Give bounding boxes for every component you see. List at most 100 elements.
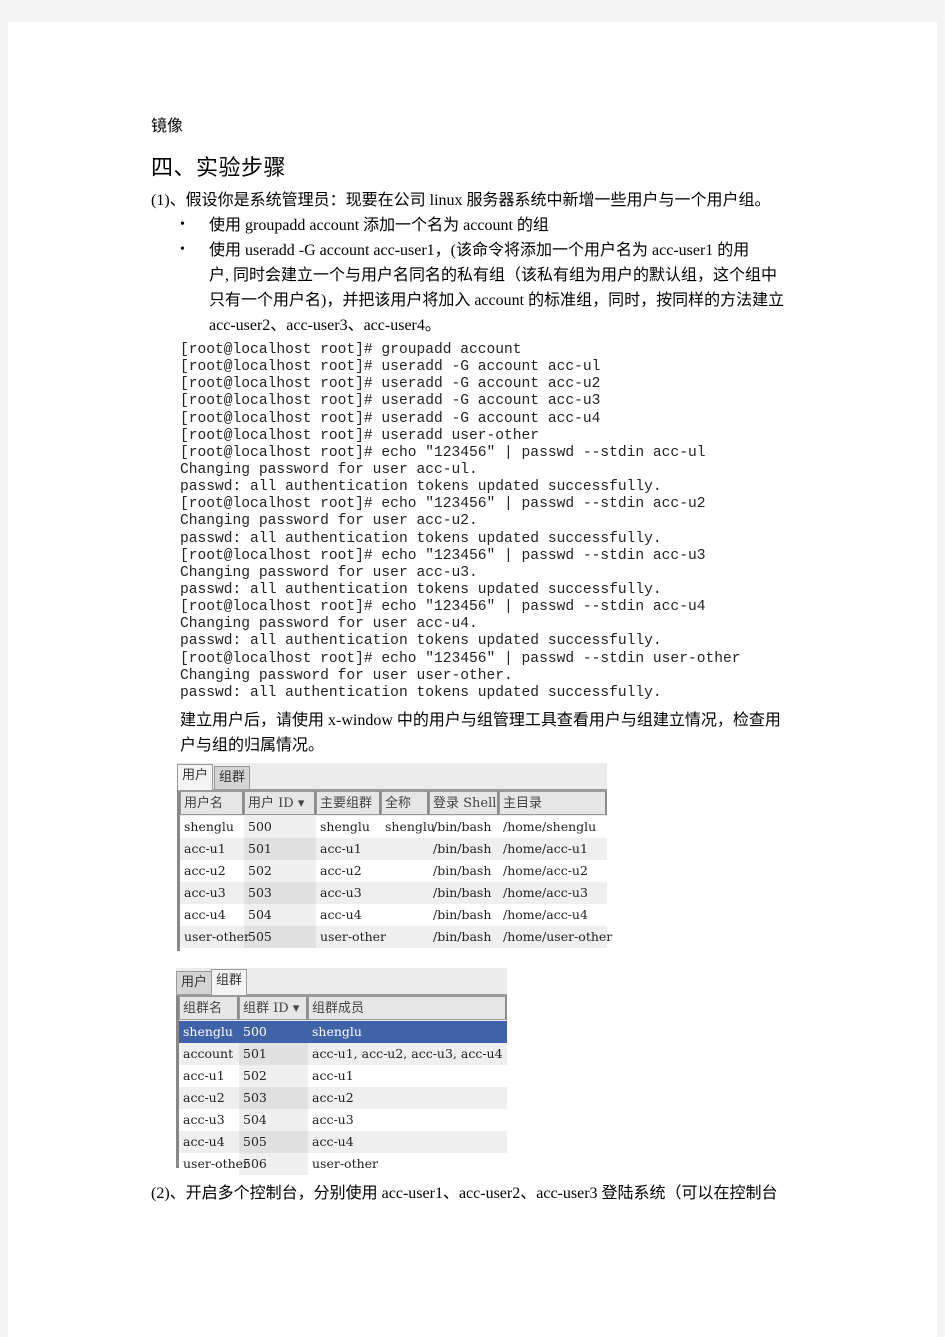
table-cell: shenglu: [320, 819, 370, 834]
table-cell: shenglu: [183, 1024, 233, 1039]
users-table-body: shenglu 500 shenglu shenglu/bin/bash/home/s…: [177, 816, 613, 951]
table-cell: 501: [239, 1043, 308, 1065]
bullet-2-line: 只有一个用户名)，并把该用户将加入 account 的标准组，同时，按同样的方法…: [209, 292, 785, 309]
terminal-line: [root@localhost root]# echo "123456" | p…: [180, 444, 706, 461]
column-header[interactable]: 登录 Shell: [429, 791, 499, 815]
table-row[interactable]: shenglu 500 shenglu: [179, 1021, 507, 1043]
terminal-line: [root@localhost root]# useradd -G accoun…: [180, 410, 601, 427]
table-cell: 502: [239, 1065, 308, 1087]
table-cell: acc-u2: [184, 863, 226, 878]
table-row[interactable]: acc-u4 505 acc-u4: [179, 1131, 507, 1153]
users-groups-window-users: 用户 组群 用户名 用户 ID ▾ 主要组群 全称 登录 Shell 主目录 shengl…: [177, 763, 613, 951]
table-row[interactable]: acc-u2 502 acc-u2/bin/bash/home/acc-u2: [180, 860, 607, 882]
column-header[interactable]: 组群成员: [308, 996, 507, 1020]
table-cell: /home/acc-u4: [503, 907, 588, 922]
table-cell: acc-u1: [184, 841, 226, 856]
table-row[interactable]: acc-u1 502 acc-u1: [179, 1065, 507, 1087]
table-cell: [381, 926, 429, 948]
table-row[interactable]: acc-u4 504 acc-u4/bin/bash/home/acc-u4: [180, 904, 607, 926]
table-cell: acc-u2: [183, 1090, 225, 1105]
bullet-1-text: 使用 groupadd account 添加一个名为 account 的组: [209, 217, 549, 234]
terminal-output: [root@localhost root]# groupadd account[…: [180, 342, 741, 702]
table-cell: /bin/bash: [433, 929, 492, 944]
column-header[interactable]: 主目录: [499, 791, 607, 815]
table-cell: acc-u1: [320, 841, 362, 856]
table-cell: 505: [239, 1131, 308, 1153]
table-row[interactable]: acc-u3 503 acc-u3/bin/bash/home/acc-u3: [180, 882, 607, 904]
table-cell: 505: [244, 926, 316, 948]
table-cell: acc-u3: [312, 1112, 354, 1127]
users-groups-window-groups: 用户 组群 组群名 组群 ID ▾ 组群成员 shenglu 500 shenglu ac…: [176, 968, 507, 1175]
tab-bar: 用户 组群: [176, 968, 507, 996]
terminal-line: Changing password for user acc-ul.: [180, 461, 478, 478]
table-cell: acc-u2: [320, 863, 362, 878]
bullet-2-line: 户, 同时会建立一个与用户名同名的私有组（该私有组为用户的默认组，这个组中: [209, 267, 778, 284]
table-cell: 504: [244, 904, 316, 926]
table-cell: acc-u4: [320, 907, 362, 922]
table-cell: 501: [244, 838, 316, 860]
table-row[interactable]: acc-u3 504 acc-u3: [179, 1109, 507, 1131]
terminal-line: [root@localhost root]# echo "123456" | p…: [180, 496, 706, 513]
table-cell: 504: [239, 1109, 308, 1131]
table-cell: user-other: [183, 1156, 250, 1171]
table-cell: [381, 882, 429, 904]
bullet-2-line: 使用 useradd -G account acc-user1，(该命令将添加一…: [209, 242, 750, 259]
column-header[interactable]: 用户名: [180, 791, 244, 815]
column-header[interactable]: 全称: [381, 791, 429, 815]
table-cell: acc-u3: [183, 1112, 225, 1127]
tab-groups[interactable]: 组群: [214, 766, 251, 789]
bullet-dot-icon: •: [180, 217, 185, 232]
table-cell: /home/acc-u1: [503, 841, 588, 856]
tab-users[interactable]: 用户: [177, 764, 214, 790]
table-cell: /bin/bash: [433, 819, 492, 834]
table-cell: 503: [239, 1087, 308, 1109]
table-row[interactable]: user-other 506 user-other: [179, 1153, 507, 1175]
table-cell: user-other: [312, 1156, 379, 1171]
table-cell: [381, 838, 429, 860]
step-2-text: (2)、开启多个控制台，分别使用 acc-user1、acc-user2、acc…: [151, 1185, 778, 1202]
table-cell: acc-u3: [320, 885, 362, 900]
table-row[interactable]: acc-u1 501 acc-u1/bin/bash/home/acc-u1: [180, 838, 607, 860]
bullet-dot-icon: •: [180, 242, 185, 257]
table-cell: shenglu: [184, 819, 234, 834]
tab-users[interactable]: 用户: [176, 971, 213, 994]
column-header[interactable]: 组群名: [179, 996, 239, 1020]
table-cell: account: [183, 1046, 234, 1061]
table-cell: acc-u3: [184, 885, 226, 900]
column-header[interactable]: 组群 ID ▾: [239, 996, 308, 1020]
table-cell: 500: [243, 1024, 267, 1039]
table-row[interactable]: acc-u2 503 acc-u2: [179, 1087, 507, 1109]
table-row[interactable]: account 501 acc-u1, acc-u2, acc-u3, acc-u4: [179, 1043, 507, 1065]
table-row[interactable]: shenglu 500 shenglu shenglu/bin/bash/home/s…: [180, 816, 607, 838]
bullet-2-line: acc-user2、acc-user3、acc-user4。: [209, 317, 441, 334]
table-cell: /bin/bash: [433, 907, 492, 922]
after-text-line: 建立用户后，请使用 x-window 中的用户与组管理工具查看用户与组建立情况，…: [180, 712, 781, 729]
tab-bar: 用户 组群: [177, 763, 607, 791]
table-cell: /bin/bash: [433, 885, 492, 900]
terminal-line: Changing password for user acc-u4.: [180, 616, 478, 633]
table-cell: acc-u4: [183, 1134, 225, 1149]
terminal-line: passwd: all authentication tokens update…: [180, 479, 662, 496]
terminal-line: passwd: all authentication tokens update…: [180, 633, 662, 650]
users-table-header: 用户名 用户 ID ▾ 主要组群 全称 登录 Shell 主目录: [177, 791, 607, 817]
table-cell: shenglu: [385, 819, 435, 834]
table-cell: /bin/bash: [433, 863, 492, 878]
table-row[interactable]: user-other 505 user-other/bin/bash/home/us…: [180, 926, 613, 948]
section-heading: 四、实验步骤: [151, 156, 287, 181]
step-1-text: (1)、假设你是系统管理员：现要在公司 linux 服务器系统中新增一些用户与一…: [151, 192, 771, 209]
terminal-line: Changing password for user user-other.: [180, 667, 513, 684]
column-header[interactable]: 用户 ID ▾: [244, 791, 316, 815]
column-header[interactable]: 主要组群: [316, 791, 381, 815]
bullet-list: • 使用 groupadd account 添加一个名为 account 的组 …: [180, 213, 820, 338]
after-text-line: 户与组的归属情况。: [180, 737, 325, 754]
terminal-line: [root@localhost root]# echo "123456" | p…: [180, 547, 706, 564]
table-cell: user-other: [184, 929, 251, 944]
table-cell: /home/user-other: [503, 929, 613, 944]
terminal-line: [root@localhost root]# useradd -G accoun…: [180, 376, 601, 393]
terminal-line: [root@localhost root]# useradd user-othe…: [180, 427, 540, 444]
terminal-line: [root@localhost root]# useradd -G accoun…: [180, 359, 601, 376]
bullet-item: • 使用 useradd -G account acc-user1，(该命令将添…: [180, 238, 820, 338]
table-cell: 506: [239, 1153, 308, 1175]
table-cell: acc-u4: [312, 1134, 354, 1149]
tab-groups[interactable]: 组群: [211, 969, 248, 995]
